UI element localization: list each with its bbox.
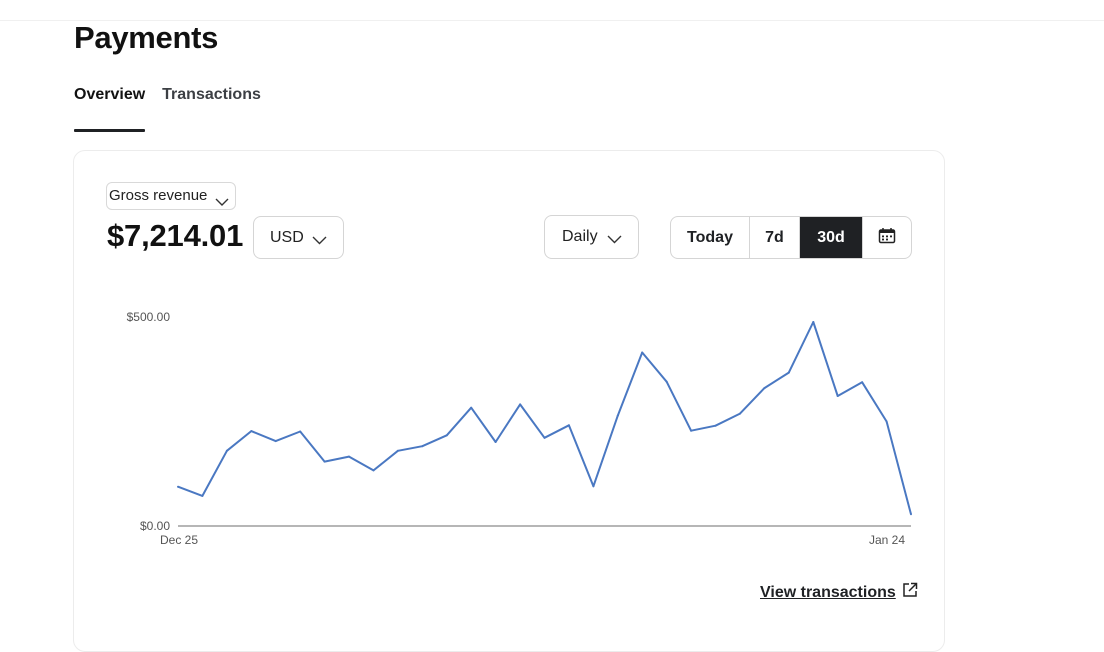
data-point [519, 403, 522, 406]
data-point [690, 429, 693, 432]
data-point [885, 420, 888, 423]
data-point [201, 494, 204, 497]
data-point [372, 469, 375, 472]
data-point [739, 412, 741, 415]
revenue-line-chart: $500.00 $0.00 Dec 25 Jan 24 [127, 310, 912, 547]
y-tick-label-zero: $0.00 [140, 519, 170, 533]
data-point [445, 434, 448, 437]
view-transactions-label: View transactions [760, 583, 896, 601]
data-point [177, 485, 179, 488]
x-tick-label-end: Jan 24 [869, 533, 905, 547]
data-point [299, 430, 302, 433]
x-tick-label-start: Dec 25 [160, 533, 198, 547]
data-point [910, 513, 912, 516]
data-point [225, 449, 228, 452]
data-point [543, 436, 546, 439]
data-point [836, 395, 839, 397]
data-point [421, 445, 424, 448]
external-link-icon [902, 582, 918, 603]
data-point [274, 440, 277, 443]
view-transactions-link[interactable]: View transactions [760, 582, 918, 603]
data-point [812, 321, 815, 323]
data-point [250, 430, 253, 433]
data-point [787, 371, 790, 374]
data-point [861, 381, 864, 384]
data-point [348, 455, 350, 458]
data-point [714, 424, 717, 427]
data-point [641, 351, 644, 354]
revenue-series-line [177, 321, 912, 515]
data-point [494, 441, 497, 443]
data-point [763, 387, 766, 390]
y-tick-label-max: $500.00 [127, 310, 171, 324]
revenue-series-points [177, 321, 912, 516]
data-point [616, 414, 619, 417]
data-point [665, 380, 668, 383]
data-point [592, 485, 595, 488]
data-point [470, 406, 473, 409]
data-point [323, 460, 326, 463]
data-point [396, 449, 399, 452]
data-point [567, 424, 570, 427]
